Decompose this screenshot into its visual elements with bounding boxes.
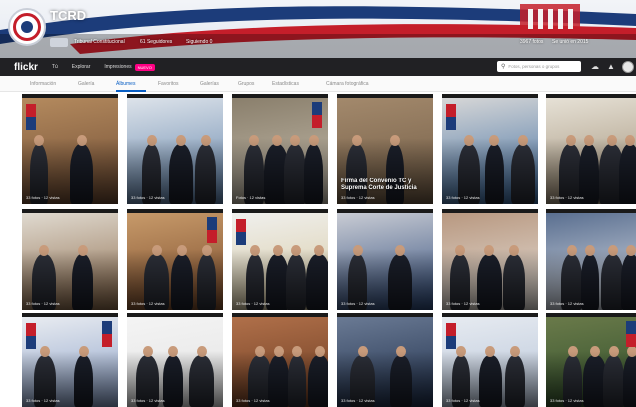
album-meta: 33 fotos · 12 vistas: [26, 301, 60, 306]
flag: [26, 104, 36, 130]
cover-banner: TCRD Tribunal Constitucional 61 Seguidor…: [0, 0, 636, 58]
album-meta: 33 fotos · 12 vistas: [341, 398, 375, 403]
tab-camera-roll[interactable]: Cámara fotográfica: [326, 81, 369, 87]
upload-icon[interactable]: ☁: [590, 62, 600, 72]
album-tile[interactable]: 33 fotos · 12 vistas: [127, 209, 223, 310]
album-tile[interactable]: 33 fotos · 12 vistas: [127, 313, 223, 407]
flag: [312, 102, 322, 128]
album-tile[interactable]: 33 fotos · 12 vistas: [442, 313, 538, 407]
tab-faves[interactable]: Favoritos: [158, 81, 179, 87]
flag: [102, 321, 112, 347]
tab-galleries[interactable]: Galerías: [200, 81, 219, 87]
tab-about[interactable]: Información: [30, 81, 56, 87]
album-tile[interactable]: 33 fotos · 12 vistas: [546, 313, 636, 407]
album-tile[interactable]: 33 fotos · 12 vistas: [442, 209, 538, 310]
flag: [626, 321, 636, 347]
follow-button[interactable]: [50, 38, 68, 47]
flag: [446, 323, 456, 349]
album-meta: Fotos · 12 vistas: [236, 195, 266, 200]
flickr-logo[interactable]: flickr: [14, 62, 38, 73]
album-tile[interactable]: 33 fotos · 12 vistas: [22, 313, 118, 407]
album-tile[interactable]: 33 fotos · 12 vistas: [337, 313, 433, 407]
album-meta: 33 fotos · 12 vistas: [550, 301, 584, 306]
user-avatar-icon[interactable]: [622, 61, 634, 73]
album-meta: 33 fotos · 12 vistas: [26, 398, 60, 403]
nav-link-prints[interactable]: Impresiones: [104, 64, 131, 70]
album-meta: 33 fotos · 12 vistas: [26, 195, 60, 200]
album-meta: 33 fotos · 12 vistas: [550, 398, 584, 403]
flickr-page: TCRD Tribunal Constitucional 61 Seguidor…: [0, 0, 636, 407]
flag: [26, 323, 36, 349]
profile-subnav: Información Galería Álbumes Favoritos Ga…: [0, 76, 636, 92]
album-tile[interactable]: 33 fotos · 12 vistas: [546, 209, 636, 310]
account-title: TCRD: [50, 8, 87, 23]
new-badge: NUEVO: [134, 63, 155, 71]
tc-logo-icon: [13, 13, 41, 41]
nav-link-explore[interactable]: Explorar: [72, 64, 91, 70]
album-meta: 33 fotos · 12 vistas: [446, 195, 480, 200]
album-meta: 33 fotos · 12 vistas: [236, 301, 270, 306]
album-meta: 33 fotos · 12 vistas: [550, 195, 584, 200]
flag: [446, 104, 456, 130]
album-meta: 33 fotos · 12 vistas: [341, 301, 375, 306]
nav-link-you[interactable]: Tú: [52, 64, 58, 70]
tab-photostream[interactable]: Galería: [78, 81, 94, 87]
flag: [207, 217, 217, 243]
notification-bell-icon[interactable]: ▲: [606, 62, 616, 72]
account-stat[interactable]: Siguiendo 0: [186, 39, 212, 45]
search-placeholder: Fotos, personas o grupos: [508, 64, 560, 69]
album-tile[interactable]: 33 fotos · 12 vistas: [127, 94, 223, 204]
album-tile[interactable]: Fotos · 12 vistas: [232, 94, 328, 204]
active-tab-indicator: [116, 90, 146, 92]
flag: [236, 219, 246, 245]
album-meta: 33 fotos · 12 vistas: [446, 301, 480, 306]
album-meta: 33 fotos · 12 vistas: [236, 398, 270, 403]
album-meta: 33 fotos · 12 vistas: [341, 195, 375, 200]
album-meta: 33 fotos · 12 vistas: [131, 301, 165, 306]
album-tile[interactable]: 33 fotos · 12 vistas: [22, 209, 118, 310]
account-stat[interactable]: 61 Seguidores: [140, 39, 172, 45]
tab-groups[interactable]: Grupos: [238, 81, 254, 87]
search-icon: ⚲: [501, 64, 506, 70]
top-nav-bar: flickr Tú Explorar Impresiones NUEVO ⚲ F…: [0, 58, 636, 76]
album-tile[interactable]: 33 fotos · 12 vistas: [232, 209, 328, 310]
tab-albums[interactable]: Álbumes: [116, 81, 135, 87]
album-meta: 33 fotos · 12 vistas: [446, 398, 480, 403]
joined-date: Se unió en 2015: [552, 39, 589, 45]
album-tile[interactable]: 33 fotos · 12 vistas: [337, 209, 433, 310]
account-avatar[interactable]: [8, 8, 46, 46]
album-title: Firma del Convenio TC y Suprema Corte de…: [341, 178, 417, 191]
album-tile[interactable]: 33 fotos · 12 vistas: [22, 94, 118, 204]
search-input[interactable]: ⚲ Fotos, personas o grupos: [497, 61, 581, 72]
cover-banner-graphic: [0, 4, 636, 58]
account-stat: Tribunal Constitucional: [74, 39, 125, 45]
album-tile[interactable]: 33 fotos · 12 vistas: [442, 94, 538, 204]
photo-count: 3967 fotos: [520, 39, 544, 45]
album-tile[interactable]: 33 fotos · 12 vistas: [546, 94, 636, 204]
album-tile[interactable]: Firma del Convenio TC y Suprema Corte de…: [337, 94, 433, 204]
album-tile[interactable]: 33 fotos · 12 vistas: [232, 313, 328, 407]
tab-stats[interactable]: Estadísticas: [272, 81, 299, 87]
album-meta: 33 fotos · 12 vistas: [131, 398, 165, 403]
album-meta: 33 fotos · 12 vistas: [131, 195, 165, 200]
